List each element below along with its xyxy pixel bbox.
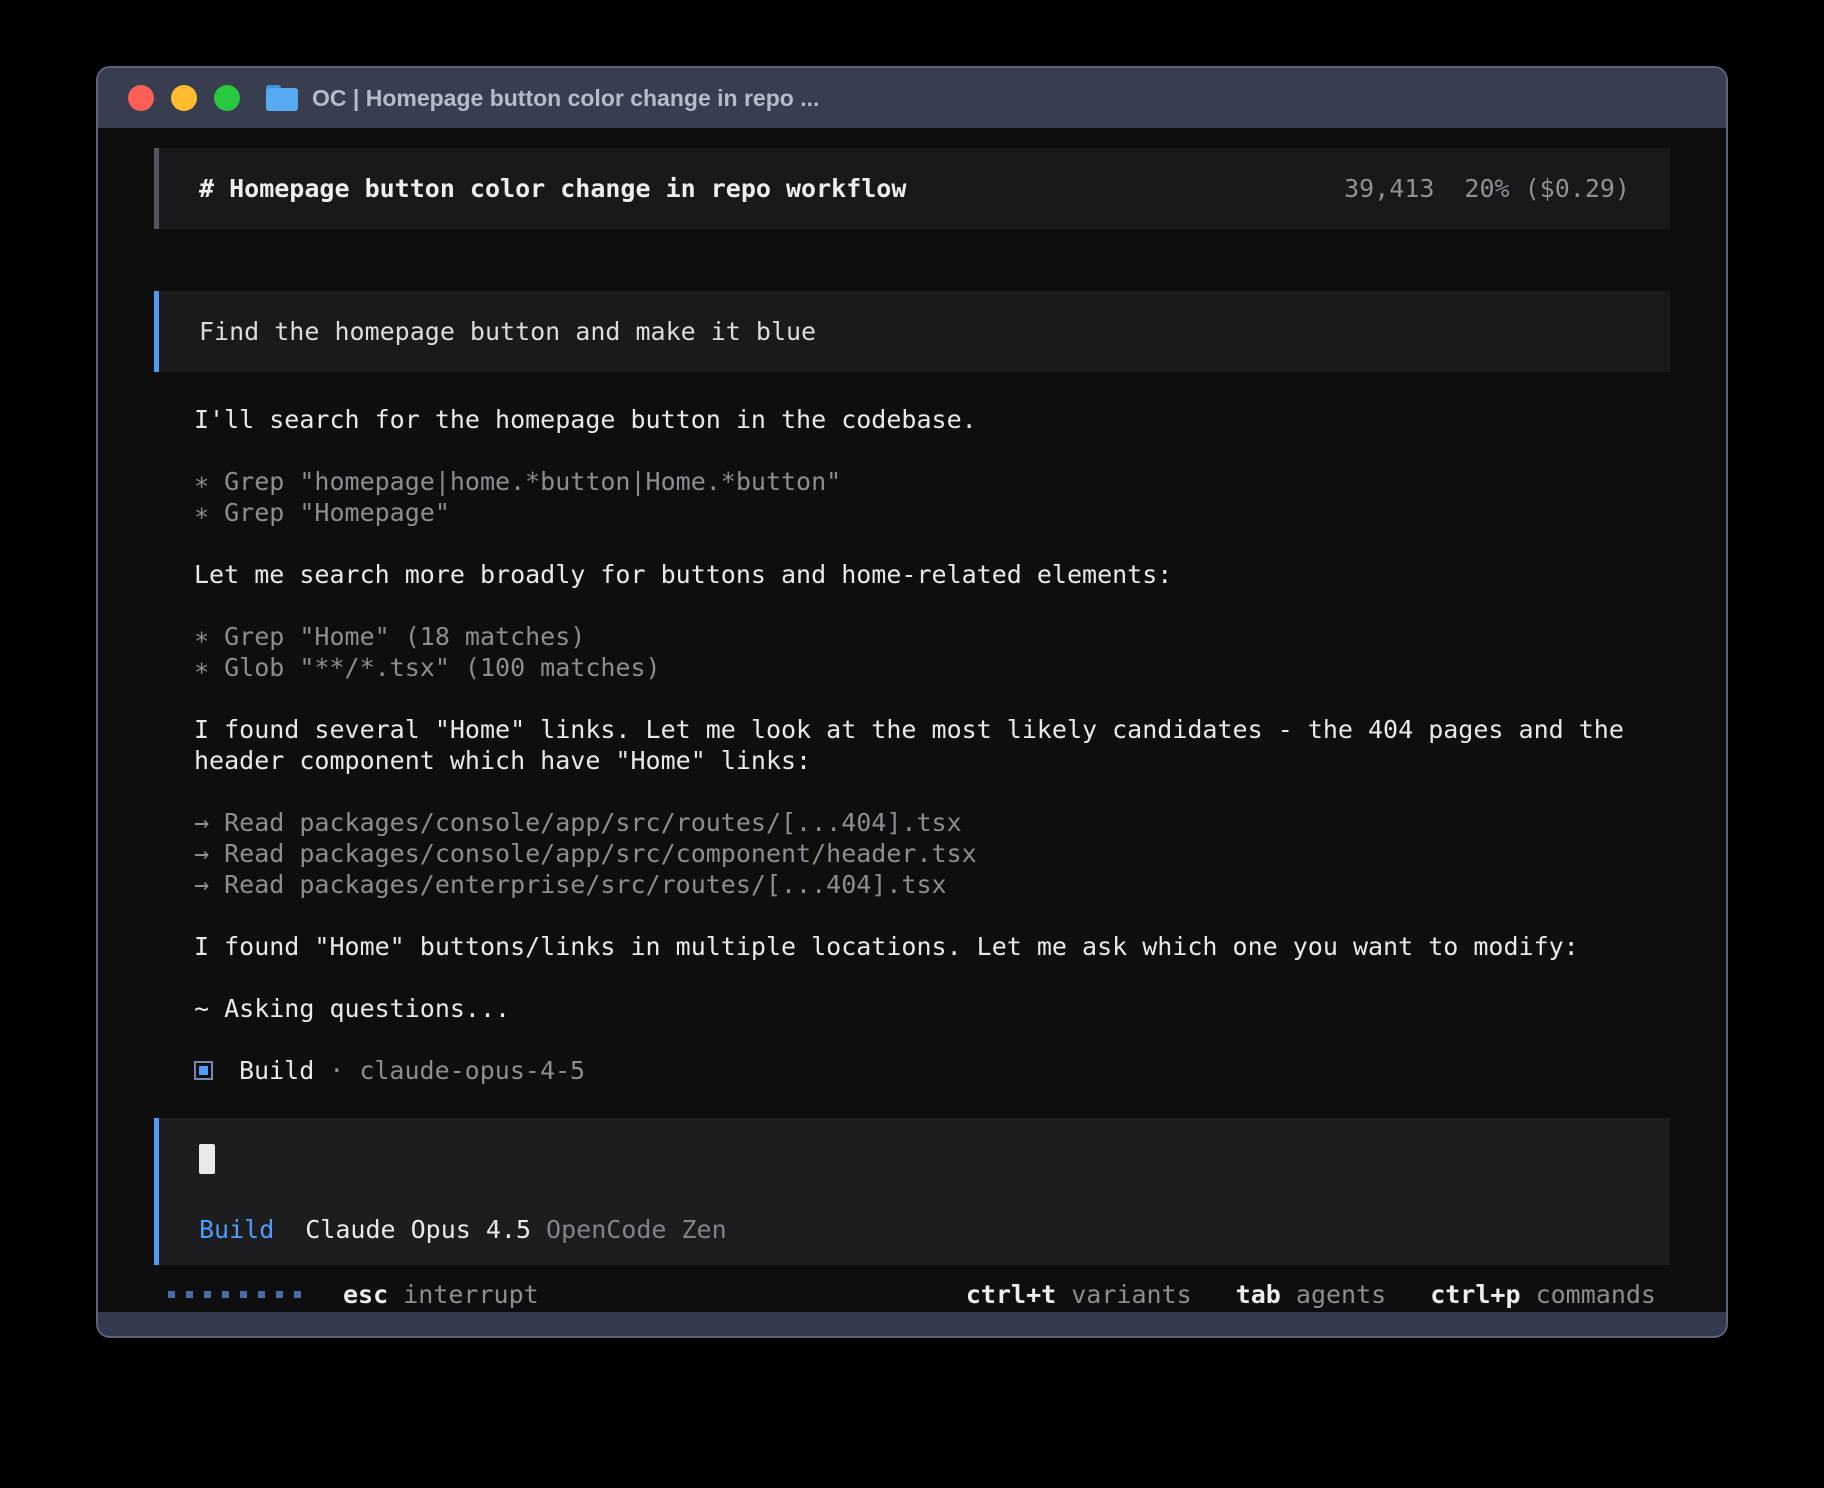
hint-key: ctrl+p — [1430, 1280, 1520, 1309]
transcript-line — [194, 528, 1686, 559]
hint-action: interrupt — [403, 1280, 538, 1309]
hint-action: variants — [1071, 1280, 1191, 1309]
hint-key: tab — [1236, 1280, 1281, 1309]
session-header: # Homepage button color change in repo w… — [154, 148, 1670, 229]
agent-name: Build — [239, 1056, 314, 1085]
session-title: # Homepage button color change in repo w… — [199, 173, 906, 204]
session-stats: 39,413 20% ($0.29) — [1344, 173, 1630, 204]
hint-variants: ctrl+t variants — [966, 1280, 1192, 1309]
transcript-line — [194, 962, 1686, 993]
terminal-window: OC | Homepage button color change in rep… — [96, 66, 1728, 1338]
spinner-dot — [204, 1291, 211, 1298]
folder-icon — [266, 85, 298, 111]
spinner-dot — [186, 1291, 193, 1298]
agent-status-row: Build · claude-opus-4-5 — [154, 1055, 1670, 1086]
hint-key: ctrl+t — [966, 1280, 1056, 1309]
transcript-line: ~ Asking questions... — [194, 993, 1686, 1024]
status-separator: · — [329, 1056, 344, 1085]
input-agent-label: Build — [199, 1214, 274, 1245]
user-message: Find the homepage button and make it blu… — [154, 291, 1670, 372]
text-cursor — [199, 1144, 215, 1174]
hint-key: esc — [343, 1280, 388, 1309]
spinner-dot — [258, 1291, 265, 1298]
transcript-line: I found "Home" buttons/links in multiple… — [194, 931, 1686, 962]
titlebar[interactable]: OC | Homepage button color change in rep… — [98, 68, 1726, 128]
context-cost: 20% ($0.29) — [1464, 173, 1630, 204]
spinner-dot — [240, 1291, 247, 1298]
transcript-line — [194, 435, 1686, 466]
transcript-line: → Read packages/console/app/src/routes/[… — [194, 807, 1686, 838]
input-model-label: Claude Opus 4.5 — [305, 1214, 531, 1245]
transcript-line — [194, 776, 1686, 807]
hint-agents: tab agents — [1236, 1280, 1387, 1309]
transcript-line: → Read packages/enterprise/src/routes/[.… — [194, 869, 1686, 900]
agent-square-icon — [194, 1061, 213, 1080]
model-id: claude-opus-4-5 — [359, 1056, 585, 1085]
hint-action: commands — [1536, 1280, 1656, 1309]
window-bottom-bar — [98, 1312, 1726, 1336]
spinner-dot — [276, 1291, 283, 1298]
window-title: OC | Homepage button color change in rep… — [312, 85, 819, 112]
spinner-dot — [168, 1291, 175, 1298]
hint-interrupt: esc interrupt — [343, 1280, 539, 1309]
prompt-input[interactable]: Build Claude Opus 4.5 OpenCode Zen — [154, 1118, 1670, 1265]
transcript-line — [194, 683, 1686, 714]
transcript-line — [194, 590, 1686, 621]
transcript-line: → Read packages/console/app/src/componen… — [194, 838, 1686, 869]
transcript-line: ∗ Glob "**/*.tsx" (100 matches) — [194, 652, 1686, 683]
transcript: I'll search for the homepage button in t… — [154, 404, 1686, 1024]
input-provider-label: OpenCode Zen — [546, 1214, 727, 1245]
session-content: # Homepage button color change in repo w… — [98, 128, 1726, 1312]
spinner-dot — [294, 1291, 301, 1298]
zoom-button[interactable] — [214, 85, 240, 111]
transcript-line — [194, 900, 1686, 931]
traffic-lights — [128, 85, 240, 111]
input-meta: Build Claude Opus 4.5 OpenCode Zen — [199, 1214, 1630, 1245]
footer: esc interrupt ctrl+t variantstab agentsc… — [154, 1279, 1670, 1310]
hint-action: agents — [1296, 1280, 1386, 1309]
transcript-line: I'll search for the homepage button in t… — [194, 404, 1686, 435]
transcript-line: ∗ Grep "Home" (18 matches) — [194, 621, 1686, 652]
transcript-line: ∗ Grep "homepage|home.*button|Home.*butt… — [194, 466, 1686, 497]
spinner-dot — [222, 1291, 229, 1298]
close-button[interactable] — [128, 85, 154, 111]
footer-shortcuts: ctrl+t variants tab agents ctrl+p commands — [922, 1280, 1656, 1309]
minimize-button[interactable] — [171, 85, 197, 111]
hint-commands: ctrl+p commands — [1430, 1280, 1656, 1309]
spinner-dots — [168, 1291, 301, 1298]
user-message-text: Find the homepage button and make it blu… — [199, 317, 816, 346]
transcript-line: ∗ Grep "Homepage" — [194, 497, 1686, 528]
transcript-line: Let me search more broadly for buttons a… — [194, 559, 1686, 590]
token-count: 39,413 — [1344, 173, 1434, 204]
transcript-line: I found several "Home" links. Let me loo… — [194, 714, 1686, 776]
